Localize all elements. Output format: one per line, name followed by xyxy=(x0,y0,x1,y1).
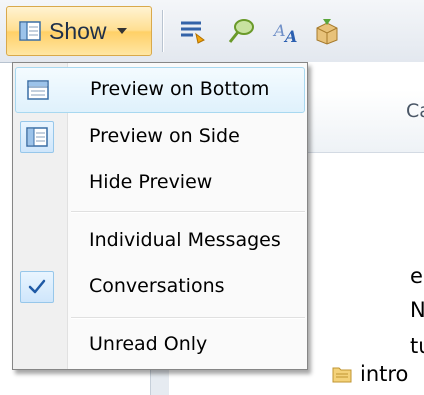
menu-item-conversations[interactable]: Conversations xyxy=(15,265,305,311)
list-item: e xyxy=(410,264,423,288)
menu-item-label: Unread Only xyxy=(89,333,208,355)
folder-label: intro xyxy=(360,362,409,386)
svg-text:A: A xyxy=(272,21,286,40)
preview-bottom-icon xyxy=(27,80,49,100)
menu-separator xyxy=(71,317,305,318)
menu-separator xyxy=(71,211,305,212)
show-button[interactable]: Show xyxy=(6,6,152,56)
toolbar: Show A A xyxy=(0,0,424,63)
show-button-label: Show xyxy=(49,17,107,44)
menu-item-individual-messages[interactable]: Individual Messages xyxy=(15,219,305,265)
svg-text:A: A xyxy=(283,27,297,46)
menu-item-label: Preview on Bottom xyxy=(90,78,270,100)
menu-item-label: Individual Messages xyxy=(89,229,281,251)
chevron-down-icon xyxy=(116,28,127,34)
menu-item-icon-box xyxy=(20,271,54,303)
show-dropdown-menu: Preview on Bottom Preview on Side Hide P… xyxy=(12,62,308,370)
column-header-fragment[interactable]: Ca xyxy=(406,100,424,122)
menu-item-icon-box xyxy=(20,121,54,153)
spell-check-icon[interactable]: A A xyxy=(272,16,302,46)
menu-item-hide-preview[interactable]: Hide Preview xyxy=(15,161,305,207)
checkmark-icon xyxy=(28,279,46,294)
list-item: tu xyxy=(410,334,424,358)
reading-pane-icon xyxy=(19,21,41,41)
menu-item-label: Preview on Side xyxy=(89,125,240,147)
menu-item-icon-box xyxy=(21,74,55,106)
menu-item-preview-on-side[interactable]: Preview on Side xyxy=(15,115,305,161)
format-lines-icon[interactable] xyxy=(178,16,208,46)
package-icon[interactable] xyxy=(312,16,342,46)
menu-item-unread-only[interactable]: Unread Only xyxy=(15,323,305,369)
menu-item-label: Conversations xyxy=(89,275,225,297)
preview-side-icon xyxy=(26,127,48,147)
magnify-icon[interactable] xyxy=(226,16,256,46)
folder-icon xyxy=(332,367,352,383)
menu-item-label: Hide Preview xyxy=(89,171,213,193)
toolbar-separator xyxy=(162,10,163,52)
list-item: Nc xyxy=(410,298,424,322)
folder-item[interactable]: intro xyxy=(332,362,408,386)
menu-item-preview-on-bottom[interactable]: Preview on Bottom xyxy=(15,67,305,113)
